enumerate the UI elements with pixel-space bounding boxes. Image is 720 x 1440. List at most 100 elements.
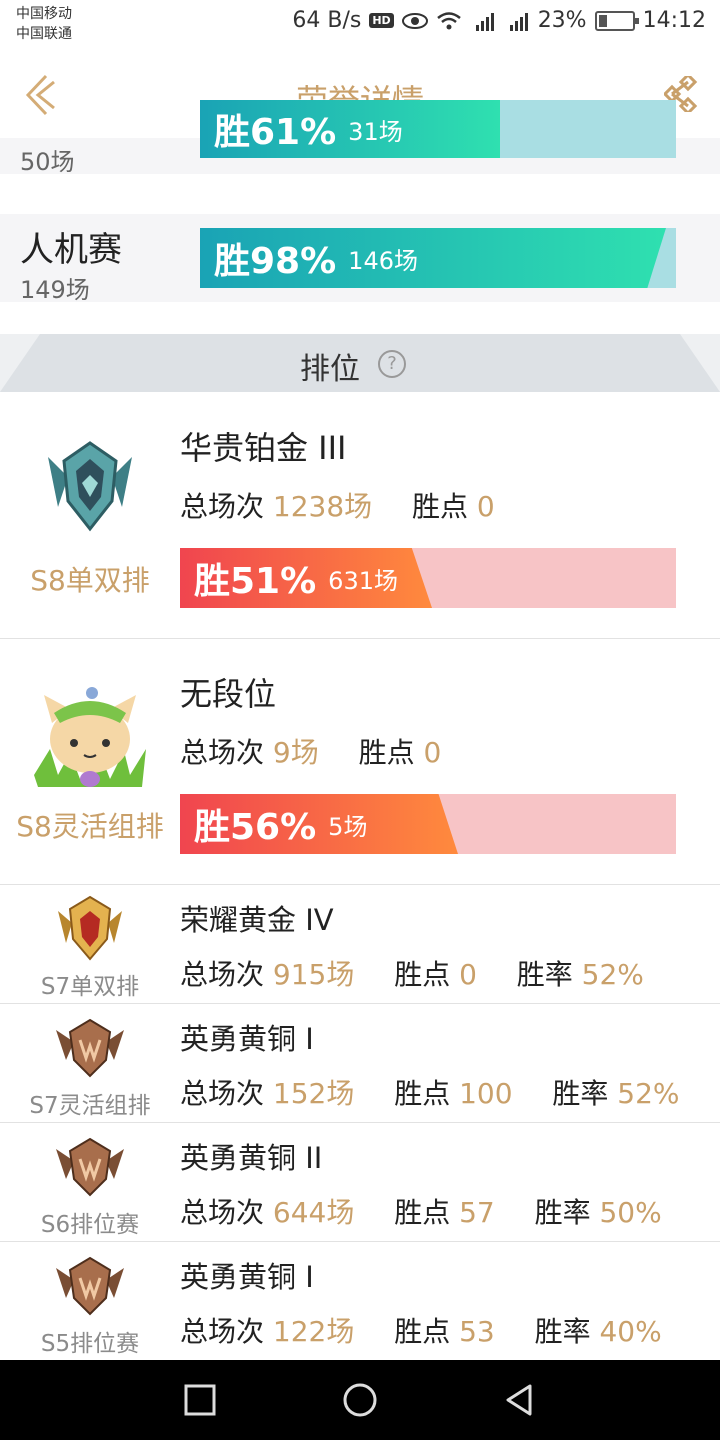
total-label: 总场次	[180, 1196, 265, 1229]
points-label: 胜点	[394, 1196, 451, 1229]
platinum-badge-icon	[48, 441, 132, 532]
system-nav-bar	[0, 1360, 720, 1440]
ranked-title: 排位	[300, 352, 360, 387]
carrier-info: 中国移动 中国联通	[16, 4, 72, 44]
season-label: S8灵活组排	[16, 810, 164, 843]
ranked-current-solo[interactable]: S8单双排 华贵铂金 III 总场次 1238场 胜点 0 胜51% 631场	[0, 393, 720, 639]
rate-value: 50%	[599, 1196, 662, 1229]
games-count: 5场	[328, 812, 368, 841]
mode-name: 人机赛	[20, 230, 122, 270]
games-count: 631场	[328, 566, 398, 595]
clock: 14:12	[642, 8, 706, 33]
help-icon[interactable]: ?	[378, 350, 406, 378]
points-label: 胜点	[394, 1077, 451, 1110]
total-label: 总场次	[180, 736, 265, 769]
bronze-badge-icon	[56, 1137, 124, 1197]
stats-line: 总场次 644场 胜点 57 胜率 50%	[180, 1191, 662, 1231]
rate-label: 胜率	[552, 1077, 609, 1110]
points-value: 0	[459, 958, 477, 991]
season-label: S8单双排	[30, 564, 150, 597]
status-bar: 中国移动 中国联通 64 B/s HD 23% 14:12	[0, 0, 720, 52]
win-rate-bar: 胜56% 5场	[180, 794, 676, 854]
ranked-section-header: 排位	[0, 334, 720, 392]
win-percent: 胜61%	[214, 112, 337, 153]
gold-badge-icon	[58, 895, 122, 961]
rate-value: 52%	[617, 1077, 680, 1110]
ranked-current-flex[interactable]: S8灵活组排 无段位 总场次 9场 胜点 0 胜56% 5场	[0, 639, 720, 885]
total-value: 122场	[272, 1315, 355, 1348]
games-count: 31场	[348, 117, 403, 146]
points-label: 胜点	[358, 736, 415, 769]
games-count: 146场	[348, 246, 418, 275]
win-percent: 胜51%	[194, 561, 317, 602]
tier-name: 荣耀黄金 IV	[180, 903, 334, 937]
ranked-history-row[interactable]: S5排位赛 英勇黄铜 I 总场次 122场 胜点 53 胜率 40%	[0, 1242, 720, 1360]
status-icons: 64 B/s HD 23% 14:12	[292, 8, 706, 33]
home-circle-icon[interactable]	[340, 1380, 380, 1420]
rate-label: 胜率	[516, 958, 573, 991]
mode-row-partial: 50场 胜61% 31场	[0, 100, 720, 176]
tier-name: 无段位	[180, 675, 277, 713]
tier-name: 英勇黄铜 I	[180, 1022, 314, 1056]
total-label: 总场次	[180, 1077, 265, 1110]
network-speed: 64 B/s	[292, 8, 362, 33]
total-value: 644场	[272, 1196, 355, 1229]
back-triangle-icon[interactable]	[500, 1380, 540, 1420]
rate-value: 40%	[599, 1315, 662, 1348]
season-label: S7单双排	[40, 974, 140, 1000]
eye-icon	[401, 12, 428, 29]
points-value: 57	[459, 1196, 495, 1229]
points-value: 100	[459, 1077, 513, 1110]
signal-4g-icon	[475, 12, 494, 31]
points-value: 53	[459, 1315, 495, 1348]
carrier-2: 中国联通	[16, 26, 72, 42]
season-label: S5排位赛	[40, 1331, 140, 1357]
battery-icon	[594, 10, 639, 31]
carrier-1: 中国移动	[16, 6, 72, 22]
ranked-history-row[interactable]: S7单双排 荣耀黄金 IV 总场次 915场 胜点 0 胜率 52%	[0, 885, 720, 1004]
tier-name: 英勇黄铜 I	[180, 1260, 314, 1294]
rate-label: 胜率	[534, 1315, 591, 1348]
total-value: 915场	[272, 958, 355, 991]
hd-icon: HD	[369, 13, 394, 28]
points-value: 0	[476, 490, 495, 523]
stats-line: 总场次 1238场 胜点 0	[180, 485, 495, 525]
stats-line: 总场次 122场 胜点 53 胜率 40%	[180, 1310, 662, 1350]
rate-value: 52%	[581, 958, 644, 991]
rate-label: 胜率	[534, 1196, 591, 1229]
points-label: 胜点	[394, 958, 451, 991]
wifi-icon	[436, 11, 461, 29]
points-label: 胜点	[394, 1315, 451, 1348]
recents-square-icon[interactable]	[180, 1380, 220, 1420]
win-rate-bar: 胜51% 631场	[180, 548, 676, 608]
total-value: 152场	[272, 1077, 355, 1110]
mode-row-bot: 人机赛 149场 胜98% 146场	[0, 214, 720, 304]
unranked-avatar-icon	[34, 687, 146, 787]
win-percent: 胜56%	[194, 807, 317, 848]
bronze-badge-icon	[56, 1018, 124, 1078]
points-value: 0	[423, 736, 442, 769]
stats-line: 总场次 152场 胜点 100 胜率 52%	[180, 1072, 680, 1112]
total-value: 9场	[272, 736, 319, 769]
signal-2g-icon	[509, 12, 528, 31]
tier-name: 华贵铂金 III	[180, 429, 347, 467]
ranked-history-row[interactable]: S6排位赛 英勇黄铜 II 总场次 644场 胜点 57 胜率 50%	[0, 1123, 720, 1242]
bronze-badge-icon	[56, 1256, 124, 1316]
season-label: S7灵活组排	[29, 1093, 151, 1119]
win-rate-bar: 胜98% 146场	[200, 228, 676, 288]
stats-line: 总场次 9场 胜点 0	[180, 731, 441, 771]
season-label: S6排位赛	[40, 1212, 140, 1238]
ranked-history-row[interactable]: S7灵活组排 英勇黄铜 I 总场次 152场 胜点 100 胜率 52%	[0, 1004, 720, 1123]
tier-name: 英勇黄铜 II	[180, 1141, 323, 1175]
total-label: 总场次	[180, 1315, 265, 1348]
total-label: 总场次	[180, 490, 265, 523]
battery-percent: 23%	[537, 8, 587, 33]
mode-count: 149场	[20, 276, 90, 304]
total-label: 总场次	[180, 958, 265, 991]
total-value: 1238场	[272, 490, 373, 523]
win-rate-bar: 胜61% 31场	[200, 100, 676, 158]
win-percent: 胜98%	[214, 241, 337, 282]
points-label: 胜点	[412, 490, 469, 523]
stats-line: 总场次 915场 胜点 0 胜率 52%	[180, 953, 644, 993]
mode-count: 50场	[20, 148, 75, 176]
